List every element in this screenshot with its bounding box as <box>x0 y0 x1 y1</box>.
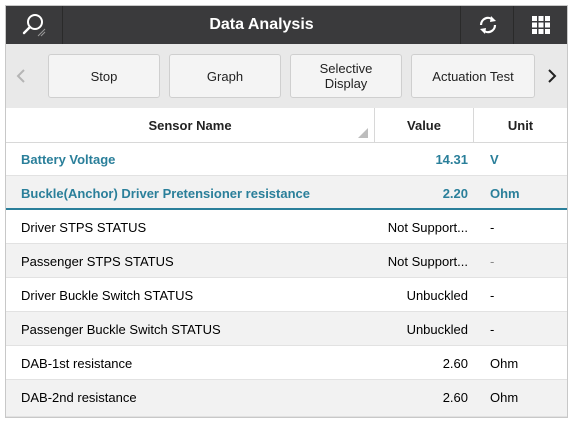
chevron-left-icon <box>16 69 25 83</box>
sort-indicator-icon <box>358 128 368 138</box>
refresh-icon <box>479 16 496 34</box>
sensor-unit: Ohm <box>490 389 519 405</box>
grid-icon <box>531 16 550 34</box>
table-row[interactable]: Passenger Buckle Switch STATUS Unbuckled… <box>6 312 567 346</box>
table-row[interactable]: DAB-1st resistance 2.60 Ohm <box>6 346 567 380</box>
toolbar: Stop Graph Selective Display Actuation T… <box>6 44 567 109</box>
sensor-name: DAB-2nd resistance <box>21 389 137 405</box>
table-row[interactable]: Driver STPS STATUS Not Support... - <box>6 210 567 244</box>
sensor-name: DAB-1st resistance <box>21 355 133 371</box>
grid-menu-button[interactable] <box>513 6 567 44</box>
app-window: Data Analysis Stop Graph Selective Displ… <box>5 5 568 418</box>
stop-button[interactable]: Stop <box>48 54 160 98</box>
sensor-unit: Ohm <box>490 185 520 201</box>
sensor-name: Buckle(Anchor) Driver Pretensioner resis… <box>21 185 310 201</box>
title-bar: Data Analysis <box>6 6 567 44</box>
column-header-unit[interactable]: Unit <box>473 108 567 142</box>
sensor-value: 2.20 <box>442 185 468 201</box>
table-row[interactable]: Passenger STPS STATUS Not Support... - <box>6 244 567 278</box>
search-icon <box>22 14 46 37</box>
table-row[interactable]: Buckle(Anchor) Driver Pretensioner resis… <box>6 176 567 210</box>
sensor-name: Passenger STPS STATUS <box>21 253 174 269</box>
sensor-unit: - <box>490 287 495 303</box>
table-row[interactable]: Driver Buckle Switch STATUS Unbuckled - <box>6 278 567 312</box>
sensor-unit: - <box>490 219 495 235</box>
sensor-name: Passenger Buckle Switch STATUS <box>21 321 221 337</box>
sensor-value: Unbuckled <box>406 287 468 303</box>
sensor-unit: V <box>490 151 499 167</box>
selective-display-button[interactable]: Selective Display <box>290 54 402 98</box>
sensor-unit: - <box>490 321 495 337</box>
page-title: Data Analysis <box>209 16 314 33</box>
search-button[interactable] <box>6 6 63 44</box>
sensor-unit: Ohm <box>490 355 519 371</box>
scroll-left-button[interactable] <box>6 44 36 108</box>
sensor-unit: - <box>490 253 495 269</box>
sensor-value: Not Support... <box>387 219 468 235</box>
sensor-value: 2.60 <box>442 389 468 405</box>
sensor-value: 2.60 <box>442 355 468 371</box>
table-row[interactable]: Battery Voltage 14.31 V <box>6 142 567 176</box>
actuation-test-button[interactable]: Actuation Test <box>411 54 535 98</box>
scroll-right-button[interactable] <box>537 44 567 108</box>
column-header-sensor-name[interactable]: Sensor Name <box>6 108 374 142</box>
table-header: Sensor Name Value Unit <box>6 108 567 143</box>
sensor-value: Not Support... <box>387 253 468 269</box>
refresh-button[interactable] <box>460 6 514 44</box>
sensor-name: Driver Buckle Switch STATUS <box>21 287 194 303</box>
sensor-name: Battery Voltage <box>21 151 116 167</box>
table-row[interactable]: DAB-2nd resistance 2.60 Ohm <box>6 380 567 417</box>
chevron-right-icon <box>548 69 557 83</box>
sensor-name: Driver STPS STATUS <box>21 219 147 235</box>
column-header-value[interactable]: Value <box>374 108 473 142</box>
sensor-value: Unbuckled <box>406 321 468 337</box>
graph-button[interactable]: Graph <box>169 54 281 98</box>
sensor-value: 14.31 <box>435 151 468 167</box>
